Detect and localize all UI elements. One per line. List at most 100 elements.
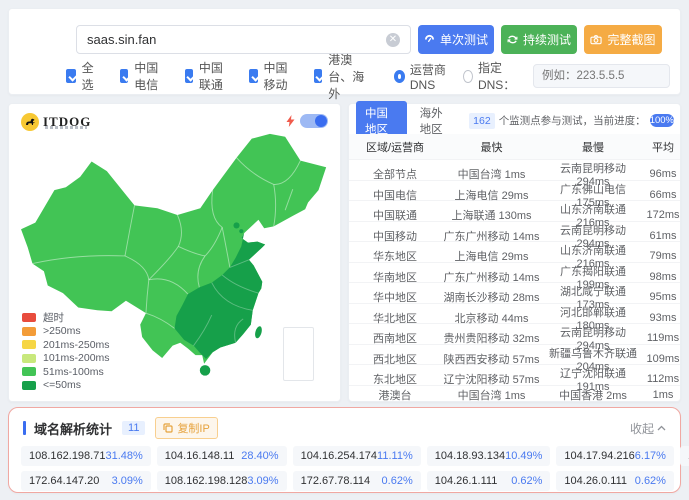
ip-percentage: 28.40% xyxy=(241,450,279,462)
checkbox-checked-icon xyxy=(66,69,76,83)
isp-checkbox-0[interactable]: 全选 xyxy=(66,59,98,93)
fastest-cell: 陕西西安移动 57ms xyxy=(443,353,540,366)
custom-dns-input[interactable] xyxy=(532,64,670,88)
ip-address: 104.26.1.111 xyxy=(434,475,498,487)
legend-item-4: 51ms-100ms xyxy=(22,365,110,379)
map-tianjin xyxy=(239,229,244,234)
ip-address: 104.18.93.134 xyxy=(434,450,506,462)
dog-logo-icon xyxy=(21,113,39,131)
ip-stat-cell: 104.16.148.11 28.40% xyxy=(156,446,287,466)
legend-label: 超时 xyxy=(43,312,64,325)
ip-address: 104.16.254.174 xyxy=(300,450,378,462)
test-results-panel: 中国地区 海外地区 162 个监测点参与测试，当前进度： 100% 区域/运营商… xyxy=(348,100,681,402)
checkbox-label: 中国电信 xyxy=(134,61,159,92)
ip-address: 108.162.198.71 xyxy=(29,450,106,462)
average-cell: 79ms xyxy=(649,250,677,262)
collapse-button[interactable]: 收起 xyxy=(630,420,666,437)
radio-custom-dns[interactable]: 指定DNS： xyxy=(463,59,521,93)
isp-checkbox-3[interactable]: 中国移动 xyxy=(249,59,292,93)
average-cell: 112ms xyxy=(646,373,680,385)
domain-input[interactable] xyxy=(87,32,386,47)
continuous-test-button[interactable]: 持续测试 xyxy=(501,25,577,54)
checkbox-label: 全选 xyxy=(81,61,94,92)
copy-icon xyxy=(163,423,174,433)
fastest-cell: 中国台湾 1ms xyxy=(457,390,526,403)
legend-swatch xyxy=(22,340,36,350)
legend-swatch xyxy=(22,313,36,323)
title-accent-bar xyxy=(23,421,26,435)
map-beijing xyxy=(233,222,240,229)
checkbox-checked-icon xyxy=(184,69,193,83)
ip-percentage: 3.09% xyxy=(111,475,143,487)
average-cell: 98ms xyxy=(649,270,677,283)
checkbox-checked-icon xyxy=(120,69,129,83)
checkbox-label: 中国联通 xyxy=(198,61,223,92)
tab-overseas-region[interactable]: 海外地区 xyxy=(420,105,453,137)
region-cell: 港澳台 xyxy=(378,390,412,403)
speed-mode-toggle[interactable] xyxy=(300,114,328,128)
results-table-header: 区域/运营商 最快 最慢 平均 xyxy=(349,134,680,159)
ip-stat-cell: 104.16.254.174 11.11% xyxy=(292,446,421,466)
isp-checkbox-2[interactable]: 中国联通 xyxy=(184,59,228,93)
ip-address: 104.17.94.216 xyxy=(564,450,635,462)
table-row: 华南地区 广东广州移动 14ms 广东揭阳联通 199ms 98ms xyxy=(349,261,680,291)
ip-stat-cell: 104.26.0.111 0.62% xyxy=(556,471,674,491)
average-cell: 109ms xyxy=(646,352,680,365)
average-cell: 1ms xyxy=(652,389,674,402)
region-cell: 华北地区 xyxy=(373,312,417,325)
region-cell: 全部节点 xyxy=(373,169,417,181)
region-cell: 东北地区 xyxy=(373,374,417,386)
monitor-count-text: 个监测点参与测试，当前进度： xyxy=(498,115,646,127)
fastest-cell: 广东广州移动 14ms xyxy=(443,230,540,243)
ip-address: 172.64.147.20 xyxy=(29,475,100,487)
region-cell: 中国电信 xyxy=(373,189,417,202)
ip-address: 104.16.148.11 xyxy=(164,450,235,462)
ip-percentage: 0.62% xyxy=(381,475,413,487)
dashboard-icon xyxy=(424,34,435,43)
average-cell: 93ms xyxy=(649,311,677,324)
ip-percentage: 3.09% xyxy=(247,475,279,487)
average-cell: 95ms xyxy=(649,291,677,303)
camera-icon xyxy=(590,35,603,45)
results-table: 区域/运营商 最快 最慢 平均 全部节点 中国台湾 1ms 云南昆明移动 294ms… xyxy=(349,134,680,402)
ip-stat-cell: 172.67.78.114 0.62% xyxy=(292,471,421,491)
average-cell: 119ms xyxy=(646,332,680,344)
table-row: 港澳台 中国台湾 1ms 中国香港 2ms 1ms xyxy=(349,384,680,406)
ip-stat-cell: 104.17.94.216 6.17% xyxy=(556,446,674,466)
ip-percentage: 31.48% xyxy=(105,450,143,462)
radio-carrier-dns[interactable]: 运营商DNS xyxy=(393,61,452,92)
table-row: 中国电信 上海电信 29ms 广东佛山电信 175ms 66ms xyxy=(349,179,680,209)
ip-percentage: 11.11% xyxy=(377,450,413,462)
legend-item-0: 超时 xyxy=(22,311,110,325)
clear-input-icon[interactable]: ✕ xyxy=(386,32,400,47)
checkbox-label: 中国移动 xyxy=(263,61,288,92)
fastest-cell: 湖南长沙移动 28ms xyxy=(443,292,540,304)
legend-item-1: >250ms xyxy=(22,325,110,339)
isp-checkbox-1[interactable]: 中国电信 xyxy=(120,59,163,93)
table-row: 东北地区 辽宁沈阳移动 57ms 辽宁沈阳联通 191ms 112ms xyxy=(349,364,680,393)
single-test-button[interactable]: 单次测试 xyxy=(418,25,494,54)
isp-checkbox-4[interactable]: 港澳台、海外 xyxy=(313,51,372,102)
table-row: 西南地区 贵州贵阳移动 32ms 云南昆明移动 294ms 119ms xyxy=(349,323,680,352)
screenshot-button[interactable]: 完整截图 xyxy=(584,25,662,54)
table-row: 全部节点 中国台湾 1ms 云南昆明移动 294ms 96ms xyxy=(349,159,680,188)
logo-tagline xyxy=(45,126,87,129)
radio-unselected-icon xyxy=(463,69,473,83)
china-latency-map-panel: ITDOG 超时 >250ms 201ms-250ms 101ms-200ms … xyxy=(8,103,341,402)
ip-stat-cell: 104.18.93.134 10.49% xyxy=(426,446,551,466)
checkbox-checked-icon xyxy=(249,69,258,83)
legend-item-5: <=50ms xyxy=(22,379,110,393)
isp-checkbox-group: 全选 中国电信 中国联通 中国移动 港澳台、海外 xyxy=(66,51,394,102)
average-cell: 172ms xyxy=(646,209,680,221)
latency-legend: 超时 >250ms 201ms-250ms 101ms-200ms 51ms-100ms… xyxy=(22,311,110,392)
legend-swatch xyxy=(22,367,36,377)
average-cell: 66ms xyxy=(649,188,677,201)
toggle-knob xyxy=(315,115,327,127)
region-cell: 西北地区 xyxy=(373,353,417,366)
table-row: 中国联通 上海联通 130ms 山东济南联通 216ms 172ms xyxy=(349,200,680,229)
chevron-up-icon xyxy=(657,425,666,431)
legend-swatch xyxy=(22,326,36,336)
slowest-cell: 中国香港 2ms xyxy=(559,390,627,403)
copy-ip-button[interactable]: 复制IP xyxy=(155,417,218,439)
region-cell: 中国联通 xyxy=(373,210,417,222)
